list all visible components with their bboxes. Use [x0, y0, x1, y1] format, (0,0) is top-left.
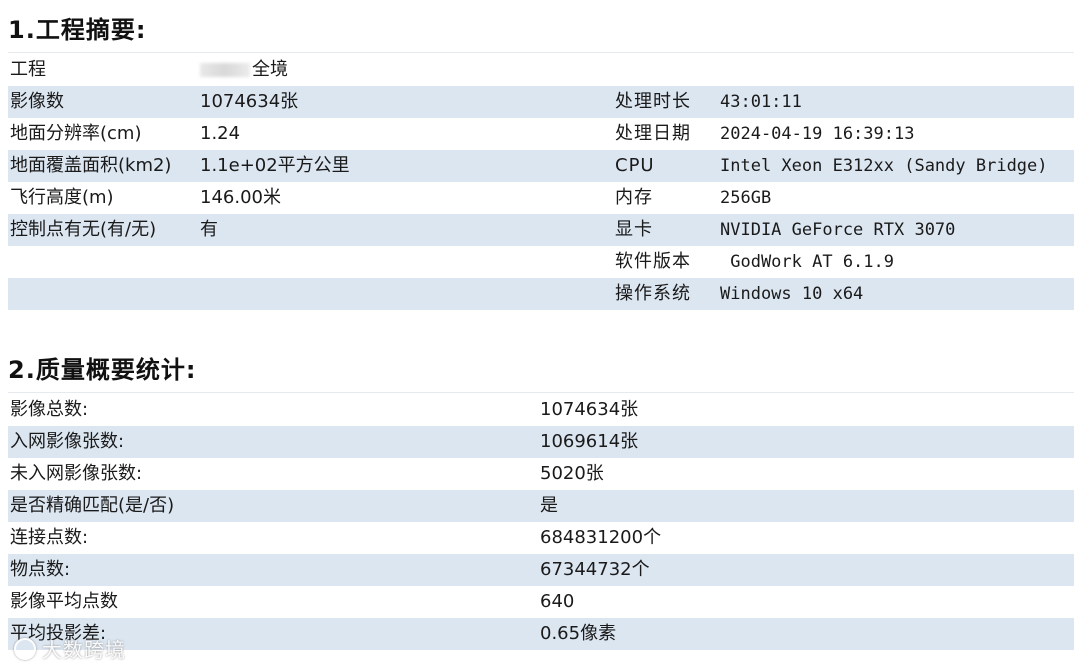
quality-summary-table: 影像总数: 1074634张 入网影像张数: 1069614张 未入网影像张数:… — [8, 394, 1074, 650]
redacted-text — [200, 63, 250, 77]
row-label: 影像总数: — [10, 399, 89, 420]
row-value-right: NVIDIA GeForce RTX 3070 — [720, 220, 956, 240]
row-label: 未入网影像张数: — [10, 463, 143, 484]
watermark-text: 大数跨境 — [42, 638, 126, 662]
row-value: 146.00米 — [200, 187, 281, 208]
table-row: 软件版本 GodWork AT 6.1.9 — [8, 246, 1074, 278]
row-value: 5020张 — [540, 463, 604, 484]
watermark: 大数跨境 — [14, 634, 126, 663]
row-value: 67344732个 — [540, 559, 650, 580]
row-label: 控制点有无(有/无) — [10, 219, 157, 240]
divider — [8, 52, 1074, 53]
table-row: 控制点有无(有/无) 有 显卡 NVIDIA GeForce RTX 3070 — [8, 214, 1074, 246]
table-row: 影像数 1074634张 处理时长 43:01:11 — [8, 86, 1074, 118]
row-label: 是否精确匹配(是/否) — [10, 495, 175, 516]
row-label-right: 内存 — [615, 187, 653, 208]
row-label: 影像平均点数 — [10, 591, 118, 612]
row-value-right: GodWork AT 6.1.9 — [720, 252, 894, 272]
project-summary-table: 工程 全境 影像数 1074634张 处理时长 43:01:11 地面分辨率(c… — [8, 54, 1074, 310]
row-label-right: 处理时长 — [615, 91, 691, 112]
table-row: 地面分辨率(cm) 1.24 处理日期 2024-04-19 16:39:13 — [8, 118, 1074, 150]
divider — [8, 392, 1074, 393]
row-value: 是 — [540, 495, 558, 516]
table-row: 地面覆盖面积(km2) 1.1e+02平方公里 CPU Intel Xeon E… — [8, 150, 1074, 182]
row-value: 1.1e+02平方公里 — [200, 155, 350, 176]
row-label: 地面分辨率(cm) — [10, 123, 142, 144]
row-value: 1.24 — [200, 123, 241, 144]
table-row: 物点数: 67344732个 — [8, 554, 1074, 586]
table-row: 入网影像张数: 1069614张 — [8, 426, 1074, 458]
row-label: 工程 — [10, 59, 46, 80]
table-row: 平均投影差: 0.65像素 — [8, 618, 1074, 650]
row-value: 1074634张 — [200, 91, 299, 112]
table-row: 工程 全境 — [8, 54, 1074, 86]
row-value: 640 — [540, 591, 575, 612]
row-value-text: 全境 — [252, 59, 288, 80]
table-row: 影像总数: 1074634张 — [8, 394, 1074, 426]
table-row: 操作系统 Windows 10 x64 — [8, 278, 1074, 310]
row-value: 1069614张 — [540, 431, 639, 452]
row-value-right: 2024-04-19 16:39:13 — [720, 124, 915, 144]
section-title-project-summary: 1.工程摘要: — [8, 16, 147, 44]
watermark-logo-icon — [14, 638, 36, 660]
table-row: 影像平均点数 640 — [8, 586, 1074, 618]
row-label: 物点数: — [10, 559, 71, 580]
table-row: 连接点数: 684831200个 — [8, 522, 1074, 554]
row-value-right: Windows 10 x64 — [720, 284, 864, 304]
row-value-right: 43:01:11 — [720, 92, 802, 112]
row-label: 地面覆盖面积(km2) — [10, 155, 172, 176]
row-value-right: Intel Xeon E312xx (Sandy Bridge) — [720, 156, 1048, 176]
row-label: 入网影像张数: — [10, 431, 125, 452]
row-value-right: 256GB — [720, 188, 772, 208]
row-label: 飞行高度(m) — [10, 187, 114, 208]
table-row: 飞行高度(m) 146.00米 内存 256GB — [8, 182, 1074, 214]
section-title-quality-summary: 2.质量概要统计: — [8, 356, 197, 384]
row-label-right: CPU — [615, 155, 655, 176]
row-value: 1074634张 — [540, 399, 639, 420]
row-label-right: 显卡 — [615, 219, 653, 240]
row-label-right: 软件版本 — [615, 251, 691, 272]
row-value: 有 — [200, 219, 218, 240]
row-value: 684831200个 — [540, 527, 662, 548]
table-row: 未入网影像张数: 5020张 — [8, 458, 1074, 490]
row-value: 0.65像素 — [540, 623, 617, 644]
row-label-right: 操作系统 — [615, 283, 691, 304]
row-value: 全境 — [200, 54, 288, 86]
table-row: 是否精确匹配(是/否) 是 — [8, 490, 1074, 522]
row-label: 连接点数: — [10, 527, 89, 548]
row-label: 影像数 — [10, 91, 64, 112]
row-label-right: 处理日期 — [615, 123, 691, 144]
